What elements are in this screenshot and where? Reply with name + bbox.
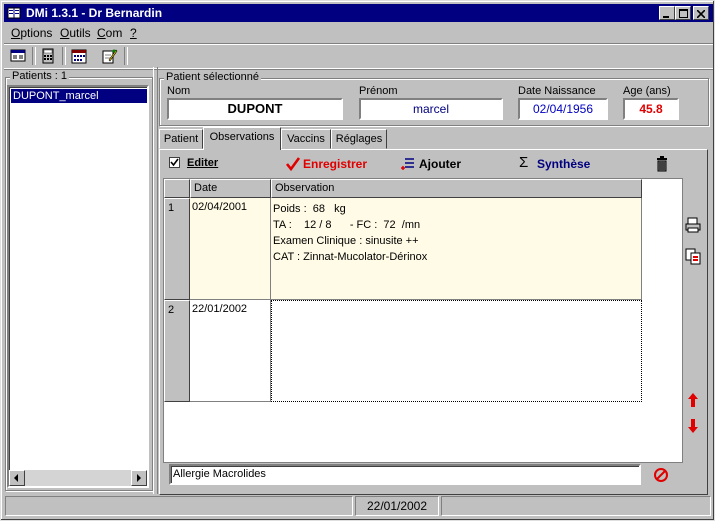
- menu-bar: Options Outils Com ?: [4, 23, 713, 42]
- status-pane-right: [441, 496, 711, 516]
- arrow-down-icon[interactable]: [684, 417, 702, 435]
- tab-vaccins[interactable]: Vaccins: [281, 129, 331, 149]
- arrow-right-icon: [137, 474, 141, 482]
- toolbar-separator: [32, 47, 36, 65]
- checkmark-icon: [170, 158, 179, 167]
- minimize-button[interactable]: [659, 6, 675, 20]
- editer-checkbox[interactable]: [169, 157, 180, 168]
- save-checkmark-icon[interactable]: [285, 156, 301, 172]
- grid-cell-observation[interactable]: Poids : 68 kg TA : 12 / 8 - FC : 72 /mn …: [271, 198, 642, 300]
- enregistrer-button[interactable]: Enregistrer: [303, 157, 367, 171]
- age-label: Age (ans): [623, 85, 671, 97]
- toolbar-separator: [124, 47, 128, 65]
- printer-icon[interactable]: [684, 216, 702, 234]
- maximize-button[interactable]: [675, 6, 691, 20]
- grid-row-header[interactable]: 2: [164, 300, 190, 402]
- scroll-left-button[interactable]: [9, 470, 25, 486]
- nom-field[interactable]: DUPONT: [167, 98, 343, 120]
- tab-observations[interactable]: Observations: [203, 127, 281, 150]
- window-title: DMi 1.3.1 - Dr Bernardin: [26, 6, 163, 20]
- arrow-up-icon[interactable]: [684, 391, 702, 409]
- pane-splitter[interactable]: [153, 67, 158, 494]
- prenom-field[interactable]: marcel: [359, 98, 503, 120]
- toolbar-separator: [62, 47, 66, 65]
- print-preview-icon[interactable]: [684, 247, 702, 265]
- app-window: DMi 1.3.1 - Dr Bernardin Options Outils …: [0, 0, 715, 521]
- pen-paper-icon[interactable]: [100, 47, 118, 65]
- patient-list-hscrollbar[interactable]: [9, 470, 147, 486]
- menu-options[interactable]: Options: [11, 26, 52, 40]
- grid-cell-date[interactable]: 02/04/2001: [190, 198, 271, 300]
- age-field: 45.8: [623, 98, 679, 120]
- observation-line: Poids : 68 kg: [273, 203, 346, 215]
- close-icon: [696, 9, 706, 19]
- arrow-left-icon: [14, 474, 18, 482]
- grid-cell-observation-editing[interactable]: [271, 300, 642, 402]
- minimize-icon: [663, 16, 669, 18]
- dob-label: Date Naissance: [518, 85, 596, 97]
- close-button[interactable]: [693, 6, 709, 20]
- tab-reglages[interactable]: Réglages: [331, 129, 387, 149]
- observation-line: CAT : Zinnat-Mucolator-Dérinox: [273, 251, 428, 263]
- nom-label: Nom: [167, 85, 191, 97]
- grid-cell-date[interactable]: 22/01/2002: [190, 300, 271, 402]
- sigma-icon[interactable]: Σ: [519, 154, 528, 171]
- allergy-field[interactable]: Allergie Macrolides: [169, 464, 641, 485]
- patient-card-icon[interactable]: [9, 47, 27, 65]
- maximize-icon: [678, 9, 688, 18]
- status-pane-left: [5, 496, 353, 516]
- patient-list-item[interactable]: DUPONT_marcel: [11, 89, 147, 103]
- tab-patient[interactable]: Patient: [159, 129, 203, 149]
- scroll-right-button[interactable]: [131, 470, 147, 486]
- observation-line: Examen Clinique : sinusite ++: [273, 235, 419, 247]
- prenom-label: Prénom: [359, 85, 398, 97]
- editer-label[interactable]: Editer: [187, 157, 218, 169]
- menu-outils[interactable]: Outils: [60, 26, 91, 40]
- trash-icon[interactable]: [655, 156, 669, 172]
- menu-help[interactable]: ?: [130, 26, 137, 40]
- grid-header-observation[interactable]: Observation: [271, 179, 642, 198]
- ajouter-button[interactable]: Ajouter: [419, 157, 461, 171]
- patients-group-label: Patients : 1: [10, 70, 70, 82]
- grid-header-date[interactable]: Date: [190, 179, 271, 198]
- add-rows-icon[interactable]: [400, 156, 416, 172]
- dob-field[interactable]: 02/04/1956: [518, 98, 608, 120]
- patient-list[interactable]: DUPONT_marcel: [7, 85, 149, 488]
- grid-row-header[interactable]: 1: [164, 198, 190, 300]
- grid-corner-header: [164, 179, 190, 198]
- toolbar: [4, 43, 713, 69]
- status-date: 22/01/2002: [355, 496, 439, 516]
- observation-line: TA : 12 / 8 - FC : 72 /mn: [273, 219, 421, 231]
- app-book-icon: [7, 7, 21, 19]
- selected-patient-group-label: Patient sélectionné: [164, 71, 261, 83]
- title-bar[interactable]: DMi 1.3.1 - Dr Bernardin: [4, 4, 713, 22]
- menu-com[interactable]: Com: [97, 26, 122, 40]
- calculator-icon[interactable]: [39, 47, 57, 65]
- synthese-button[interactable]: Synthèse: [537, 157, 590, 171]
- no-entry-icon[interactable]: [653, 467, 669, 483]
- observations-grid: Date Observation 1 02/04/2001 Poids : 68…: [163, 178, 683, 463]
- calendar-icon[interactable]: [70, 47, 88, 65]
